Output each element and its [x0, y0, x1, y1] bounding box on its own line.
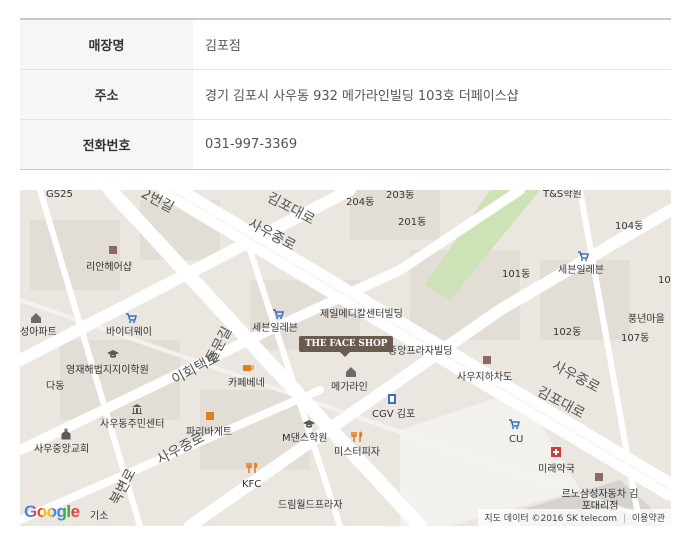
- map-label-rian-hair: 리안헤어샵: [86, 262, 132, 273]
- store-info-table: 매장명 김포점 주소 경기 김포시 사우동 932 메가라인빌딩 103호 더페…: [20, 18, 671, 170]
- google-logo[interactable]: Google: [24, 502, 80, 522]
- map-label-paris-baguette: 파리바게트: [186, 427, 232, 438]
- map-label-dadong: 다동: [46, 381, 65, 392]
- map-label-partial-1: 기소: [90, 511, 109, 522]
- map-label-204: 204동: [346, 197, 375, 208]
- the-face-shop-pin[interactable]: THE FACE SHOP: [299, 336, 394, 357]
- coffee-icon[interactable]: [242, 362, 254, 374]
- divider: |: [622, 514, 626, 524]
- phone-row: 전화번호 031-997-3369: [20, 120, 671, 170]
- map-label-ts-academy: T&S학원: [543, 190, 582, 200]
- map-label-cgv: CGV 김포: [372, 409, 416, 420]
- map-label-community-center: 사우동주민센터: [100, 419, 165, 430]
- map-label-partial-2: 10: [658, 275, 671, 286]
- map-label-jeil-medical: 제일메디칼센터빌딩: [320, 309, 403, 320]
- map-label-pungnyeon: 풍년마을: [628, 314, 665, 325]
- map-label-underpass: 사우지하차도: [457, 372, 513, 383]
- map-label-church: 사우중앙교회: [34, 444, 90, 455]
- map-label-apartment: 성아파트: [20, 327, 57, 338]
- map-label-102: 102동: [553, 327, 582, 338]
- bakery-icon[interactable]: [204, 410, 216, 422]
- phone-label: 전화번호: [20, 120, 193, 169]
- store-marker-icon[interactable]: [107, 244, 119, 256]
- home-icon[interactable]: [30, 312, 42, 324]
- map-attribution: 지도 데이터 ©2016 SK telecom | 이용약관: [478, 509, 671, 526]
- government-building-icon[interactable]: [131, 403, 143, 415]
- fork-knife-icon[interactable]: [351, 431, 363, 443]
- church-icon[interactable]: [60, 428, 72, 440]
- pharmacy-icon[interactable]: [550, 446, 562, 458]
- store-marker-icon[interactable]: [593, 471, 605, 483]
- store-name-value: 김포점: [205, 39, 241, 54]
- cart-icon[interactable]: [125, 312, 137, 324]
- address-label: 주소: [20, 70, 193, 119]
- map-label-cafe-bene: 카페베네: [228, 378, 265, 389]
- store-name-label: 매장명: [20, 20, 193, 69]
- terms-link[interactable]: 이용약관: [632, 514, 665, 524]
- google-logo-text: Google: [24, 502, 80, 521]
- copyright-text: 지도 데이터 ©2016 SK telecom: [484, 514, 618, 524]
- map-label-kfc: KFC: [242, 479, 262, 490]
- cart-icon[interactable]: [577, 250, 589, 262]
- store-marker-icon[interactable]: [481, 354, 493, 366]
- map-label-jungang-plaza: 중앙프라자빌딩: [388, 346, 453, 357]
- map-label-gs25: GS25: [46, 190, 73, 200]
- address-row: 주소 경기 김포시 사우동 932 메가라인빌딩 103호 더페이스샵: [20, 70, 671, 120]
- map-label-yeongjae-academy: 영재해법지지이학원: [66, 365, 149, 376]
- map-label-107: 107동: [621, 333, 650, 344]
- address-value: 경기 김포시 사우동 932 메가라인빌딩 103호 더페이스샵: [205, 89, 519, 104]
- graduation-cap-icon[interactable]: [303, 418, 315, 430]
- map-label-dreamworld: 드림월드프라자: [278, 500, 343, 511]
- phone-value: 031-997-3369: [205, 137, 298, 152]
- store-map[interactable]: 김포대로 사우중로 이회택로 돌문길 사우중로 김포대로 사우중로 북변로 2번…: [20, 190, 671, 526]
- map-label-seven-eleven-2: 세븐일레븐: [252, 323, 298, 334]
- store-name-row: 매장명 김포점: [20, 20, 671, 70]
- map-label-m-dance: M댄스학원: [282, 433, 328, 444]
- map-label-203: 203동: [386, 190, 415, 201]
- map-label-cu: CU: [509, 434, 524, 445]
- map-label-201: 201동: [398, 217, 427, 228]
- map-label-buy-the-way: 바이더웨이: [106, 327, 152, 338]
- map-label-104: 104동: [615, 221, 644, 232]
- cart-icon[interactable]: [508, 418, 520, 430]
- map-label-mirae-pharmacy: 미래약국: [538, 464, 575, 475]
- map-label-seven-eleven-1: 세븐일레븐: [558, 265, 604, 276]
- map-label-mr-pizza: 미스터피자: [334, 447, 380, 458]
- cart-icon[interactable]: [272, 308, 284, 320]
- map-label-megaline: 메가라인: [331, 382, 368, 393]
- home-icon[interactable]: [345, 366, 357, 378]
- cinema-icon[interactable]: [386, 393, 398, 405]
- map-label-101: 101동: [502, 269, 531, 280]
- graduation-cap-icon[interactable]: [107, 348, 119, 360]
- fork-knife-icon[interactable]: [246, 462, 258, 474]
